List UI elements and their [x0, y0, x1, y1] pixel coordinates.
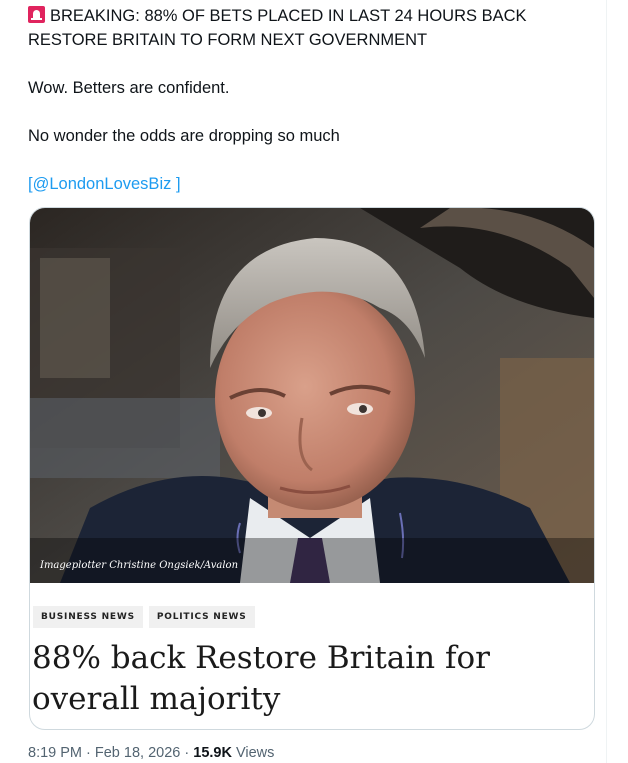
article-tags: BUSINESS NEWS POLITICS NEWS	[33, 606, 255, 628]
tweet-line-1: BREAKING: 88% OF BETS PLACED IN LAST 24 …	[28, 4, 598, 28]
meta-separator-2: ·	[180, 745, 194, 761]
meta-separator-1: ·	[82, 745, 95, 761]
link-card[interactable]: Imageplotter Christine Ongsiek/Avalon BU…	[29, 207, 595, 730]
views-label: Views	[231, 745, 275, 761]
tweet-line-2: RESTORE BRITAIN TO FORM NEXT GOVERNMENT	[28, 31, 428, 49]
photo-credit: Imageplotter Christine Ongsiek/Avalon	[40, 560, 239, 571]
tweet: BREAKING: 88% OF BETS PLACED IN LAST 24 …	[0, 0, 628, 763]
timeline-divider	[606, 0, 607, 763]
article-headline[interactable]: 88% back Restore Britain for overall maj…	[32, 638, 592, 720]
tweet-meta: 8:19 PM · Feb 18, 2026 · 15.9K Views	[28, 745, 274, 761]
source-line: [@LondonLovesBiz ]	[28, 172, 598, 196]
view-count: 15.9K	[193, 745, 232, 761]
tweet-text: BREAKING: 88% OF BETS PLACED IN LAST 24 …	[28, 4, 598, 196]
siren-icon	[28, 6, 45, 23]
post-date[interactable]: Feb 18, 2026	[95, 745, 180, 761]
bracket-close: ]	[171, 175, 181, 193]
post-time[interactable]: 8:19 PM	[28, 745, 82, 761]
tweet-line-4: No wonder the odds are dropping so much	[28, 127, 340, 145]
tag-business-news[interactable]: BUSINESS NEWS	[33, 606, 143, 628]
tag-politics-news[interactable]: POLITICS NEWS	[148, 606, 255, 628]
tweet-line-1-text: BREAKING: 88% OF BETS PLACED IN LAST 24 …	[50, 7, 527, 25]
mention-link[interactable]: @LondonLovesBiz	[33, 175, 172, 193]
tweet-line-3: Wow. Betters are confident.	[28, 79, 230, 97]
article-photo[interactable]: Imageplotter Christine Ongsiek/Avalon	[30, 208, 594, 583]
